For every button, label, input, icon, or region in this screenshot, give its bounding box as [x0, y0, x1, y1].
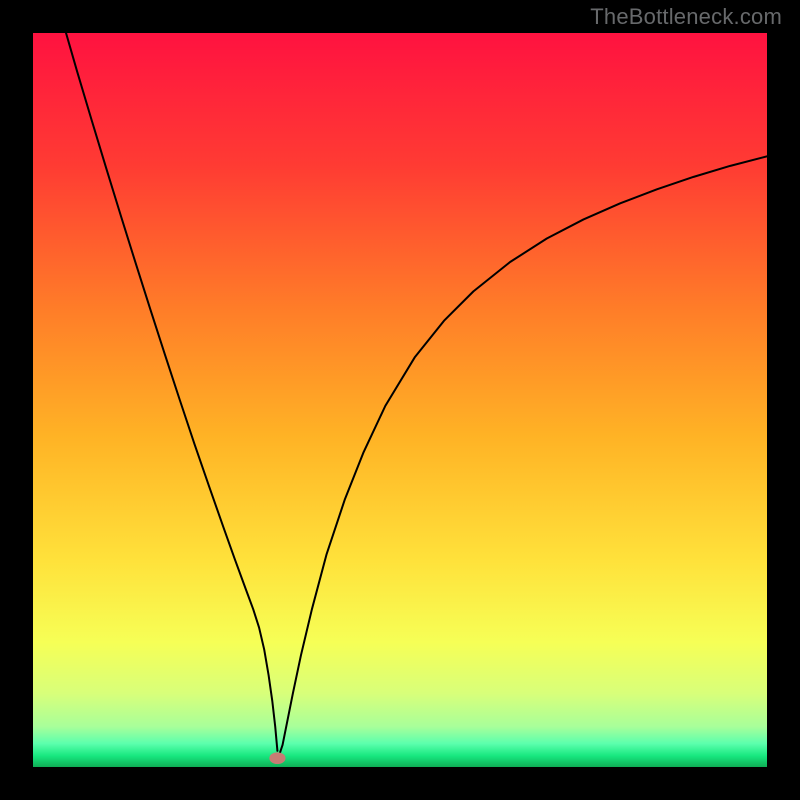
plot-area [33, 33, 767, 767]
gradient-background [33, 33, 767, 767]
chart-frame: TheBottleneck.com [0, 0, 800, 800]
chart-svg [33, 33, 767, 767]
valley-marker [269, 752, 285, 764]
watermark-text: TheBottleneck.com [590, 4, 782, 30]
